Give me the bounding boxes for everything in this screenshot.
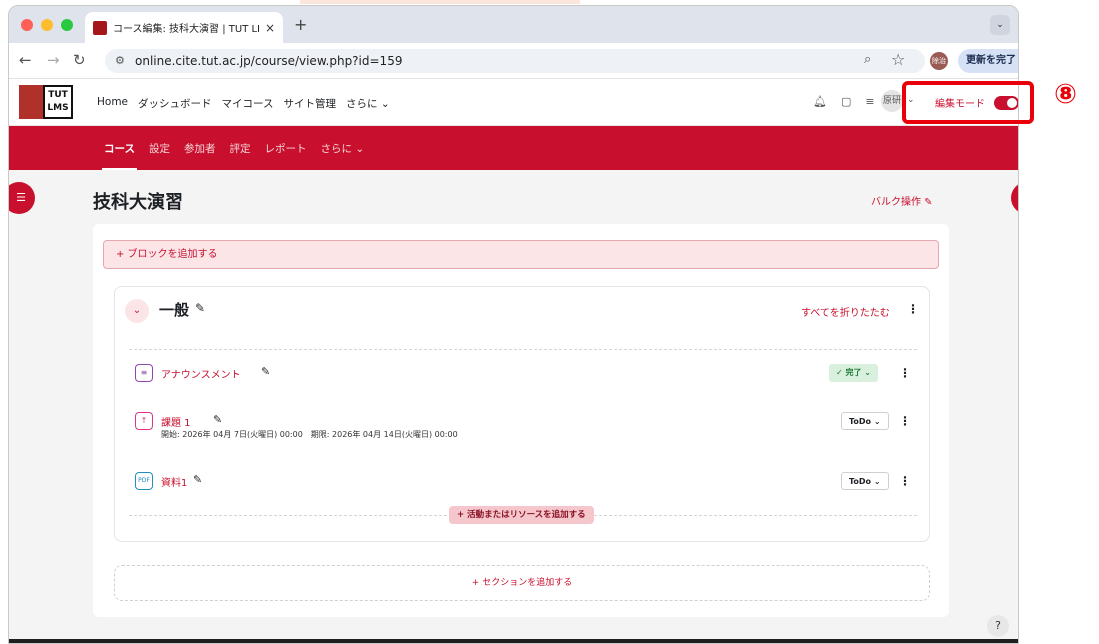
help-icon[interactable]: ? (987, 615, 1009, 637)
nav-my-courses[interactable]: マイコース (222, 96, 274, 111)
pdf-file-icon: PDF (135, 472, 153, 490)
page-title: 技科大演習 (93, 192, 183, 213)
add-block-button[interactable]: + ブロックを追加する (103, 240, 939, 269)
add-section-button[interactable]: + セクションを追加する (114, 565, 930, 601)
activity-name[interactable]: アナウンスメント (161, 366, 241, 381)
tab-more[interactable]: さらに ⌄ (320, 141, 364, 156)
tab-course[interactable]: コース (102, 141, 137, 171)
course-section: ⌄ 一般 ✎ すべてを折りたたむ ⋮ ≡ アナウンスメント ✎ ✓ 完了 ⌄ ⋮… (114, 286, 930, 542)
completion-status-badge[interactable]: ✓ 完了 ⌄ (829, 364, 878, 382)
update-button[interactable]: 更新を完了 ⋮ (958, 49, 1018, 73)
header-icons: 🔔︎ ▢ ≡ (813, 95, 875, 108)
course-index-toggle-icon[interactable]: ☰ (9, 182, 35, 214)
page-body: ☰ ‹ 技科大演習 バルク操作 ✎ + ブロックを追加する ⌄ 一般 ✎ すべて… (9, 170, 1018, 643)
zoom-icon[interactable]: ⌕ (864, 52, 871, 67)
collapse-all-link[interactable]: すべてを折りたたむ (801, 304, 890, 319)
url-text: online.cite.tut.ac.jp/course/view.php?id… (135, 54, 403, 68)
assignment-icon: ↑ (135, 412, 153, 430)
forum-icon: ≡ (135, 364, 153, 382)
tab-reports[interactable]: レポート (264, 141, 306, 156)
tab-title: コース編集: 技科大演習 | TUT LI (113, 24, 259, 35)
browser-tab[interactable]: コース編集: 技科大演習 | TUT LI × (85, 12, 283, 43)
logo-text: TUT LMS (43, 85, 73, 119)
activity-row: PDF 資料1 ✎ ToDo ⌄ ⋮ (129, 467, 917, 497)
nav-more[interactable]: さらに ⌄ (346, 96, 390, 111)
tab-settings[interactable]: 設定 (149, 141, 170, 156)
activity-row: ↑ 課題 1 ✎ 開始: 2026年 04月 7日(火曜日) 00:00 期限:… (129, 407, 917, 439)
address-bar[interactable]: ⚙ online.cite.tut.ac.jp/course/view.php?… (105, 49, 925, 73)
site-settings-icon[interactable]: ⚙ (115, 49, 125, 73)
activity-row: ≡ アナウンスメント ✎ ✓ 完了 ⌄ ⋮ (129, 359, 917, 389)
favicon-icon (93, 20, 107, 35)
todo-status-badge[interactable]: ToDo ⌄ (841, 412, 889, 430)
annotation-highlight-box (902, 81, 1034, 124)
nav-dashboard[interactable]: ダッシュボード (138, 96, 212, 111)
primary-nav: Home ダッシュボード マイコース サイト管理 さらに ⌄ (97, 96, 390, 111)
bulk-edit-link[interactable]: バルク操作 ✎ (871, 193, 933, 208)
browser-window: コース編集: 技科大演習 | TUT LI × + ⌄ ← → ↻ ⚙ onli… (8, 5, 1019, 644)
bookmark-star-icon[interactable]: ☆ (891, 50, 905, 69)
maximize-window-button[interactable] (61, 19, 73, 31)
site-header: TUT LMS Home ダッシュボード マイコース サイト管理 さらに ⌄ 🔔… (9, 79, 1018, 126)
user-avatar[interactable]: 原研 (881, 90, 903, 112)
forward-arrow-icon[interactable]: → (47, 51, 60, 69)
nav-site-admin[interactable]: サイト管理 (284, 96, 337, 111)
message-icon[interactable]: ▢ (841, 95, 851, 108)
chevron-down-icon[interactable]: ⌄ (125, 299, 149, 323)
activity-menu-icon[interactable]: ⋮ (899, 366, 911, 380)
tab-grades[interactable]: 評定 (229, 141, 250, 156)
new-tab-button[interactable]: + (294, 15, 307, 34)
browser-toolbar: ← → ↻ ⚙ online.cite.tut.ac.jp/course/vie… (9, 43, 1018, 79)
add-activity-button[interactable]: + 活動またはリソースを追加する (449, 506, 594, 524)
pencil-icon[interactable]: ✎ (213, 413, 222, 426)
pencil-icon[interactable]: ✎ (195, 301, 205, 315)
activity-dates: 開始: 2026年 04月 7日(火曜日) 00:00 期限: 2026年 04… (161, 430, 458, 439)
minimize-window-button[interactable] (41, 19, 53, 31)
section-title: 一般 (159, 301, 190, 319)
pencil-icon[interactable]: ✎ (193, 473, 202, 486)
todo-status-badge[interactable]: ToDo ⌄ (841, 472, 889, 490)
logo-emblem (19, 85, 43, 119)
tab-participants[interactable]: 参加者 (184, 141, 216, 156)
browser-tabstrip: コース編集: 技科大演習 | TUT LI × + ⌄ (9, 6, 1018, 43)
database-icon[interactable]: ≡ (865, 95, 874, 108)
tab-close-icon[interactable]: × (265, 21, 275, 35)
block-drawer-toggle-icon[interactable]: ‹ (1011, 182, 1018, 214)
activity-menu-icon[interactable]: ⋮ (899, 414, 911, 428)
tab-search-icon[interactable]: ⌄ (990, 15, 1010, 35)
close-window-button[interactable] (21, 19, 33, 31)
nav-home[interactable]: Home (97, 96, 128, 111)
section-menu-icon[interactable]: ⋮ (907, 302, 919, 316)
bell-icon[interactable]: 🔔︎ (813, 95, 827, 108)
pencil-icon[interactable]: ✎ (261, 365, 270, 378)
course-nav: コース 設定 参加者 評定 レポート さらに ⌄ (9, 126, 1018, 171)
back-arrow-icon[interactable]: ← (19, 51, 32, 69)
page-footer (9, 639, 1018, 643)
divider (129, 349, 917, 350)
profile-avatar[interactable]: 除治 (930, 52, 948, 70)
course-content-card: + ブロックを追加する ⌄ 一般 ✎ すべてを折りたたむ ⋮ ≡ アナウンスメン… (93, 224, 949, 617)
background-strip (300, 0, 580, 4)
activity-menu-icon[interactable]: ⋮ (899, 474, 911, 488)
activity-name[interactable]: 課題 1 (161, 414, 191, 429)
activity-name[interactable]: 資料1 (161, 474, 187, 489)
site-logo[interactable]: TUT LMS (19, 85, 73, 119)
annotation-step-marker: ⑧ (1054, 79, 1077, 110)
reload-icon[interactable]: ↻ (73, 51, 86, 69)
